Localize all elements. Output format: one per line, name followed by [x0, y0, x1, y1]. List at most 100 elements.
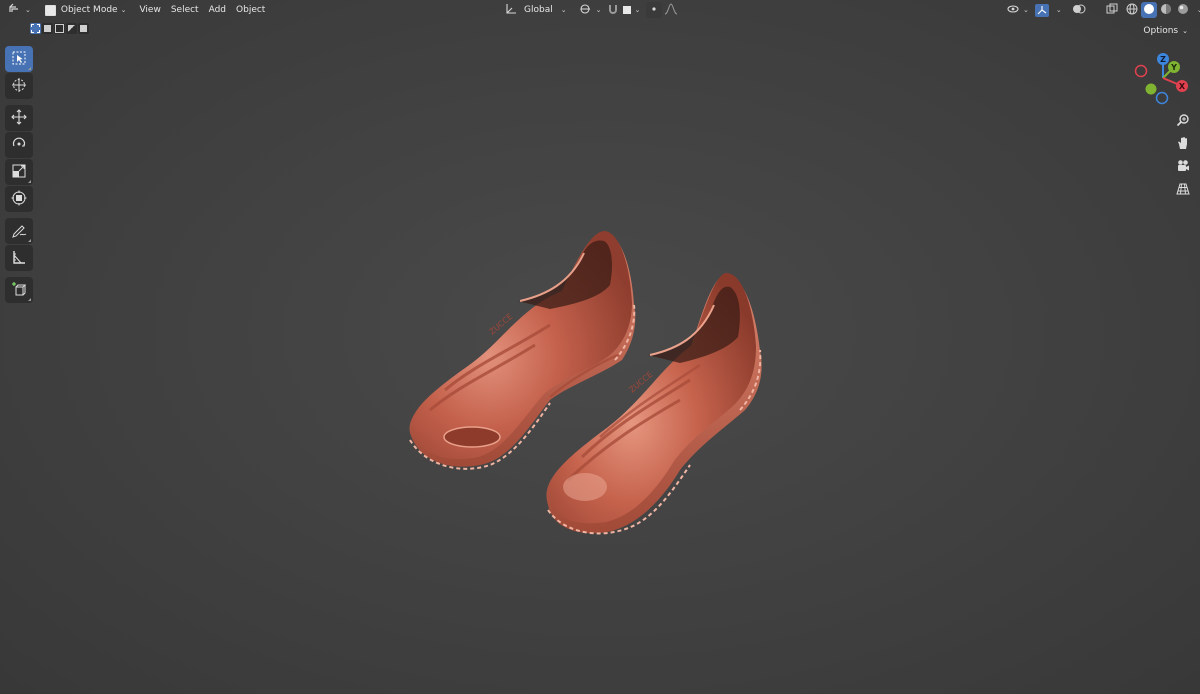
- select-intersect-icon: [79, 24, 88, 33]
- select-extend-button[interactable]: [42, 23, 53, 34]
- shading-solid-button[interactable]: [1140, 2, 1157, 18]
- axis-x-handle[interactable]: X: [1176, 80, 1188, 92]
- axis-y-label: Y: [1171, 62, 1177, 72]
- tool-variant-indicator: [28, 298, 31, 301]
- move-arrows-icon: [11, 108, 27, 128]
- 3d-cursor-icon: [11, 77, 27, 96]
- overlays-toggle[interactable]: [1070, 2, 1088, 18]
- chevron-down-icon: ⌄: [25, 6, 31, 14]
- axis-z-label: Z: [1160, 54, 1166, 64]
- tool-variant-indicator: [28, 67, 31, 70]
- pan-button[interactable]: [1173, 134, 1193, 154]
- mode-label: Object Mode: [60, 5, 118, 15]
- wireframe-sphere-icon: [1126, 3, 1138, 18]
- select-subtract-icon: [55, 24, 64, 33]
- transform-tool[interactable]: [5, 186, 33, 212]
- axis-x-label: X: [1178, 81, 1186, 91]
- add-cube-tool[interactable]: [5, 277, 33, 303]
- camera-view-button[interactable]: [1173, 157, 1193, 177]
- solid-sphere-icon: [1143, 3, 1155, 18]
- eye-icon: [1006, 3, 1020, 18]
- menu-select[interactable]: Select: [166, 2, 204, 18]
- tool-variant-indicator: [28, 180, 31, 183]
- hand-icon: [1176, 136, 1190, 153]
- ruler-icon: [11, 249, 27, 268]
- gizmo-dropdown[interactable]: ⌄: [1051, 2, 1064, 18]
- axis-y-handle[interactable]: Y: [1168, 61, 1180, 73]
- annotate-tool[interactable]: [5, 218, 33, 244]
- scale-tool[interactable]: [5, 159, 33, 185]
- options-label: Options: [1143, 26, 1179, 36]
- pencil-icon: [11, 222, 27, 241]
- snap-target-dropdown[interactable]: ⌄: [621, 2, 642, 18]
- object-mode-icon: [44, 4, 56, 16]
- tool-variant-indicator: [28, 239, 31, 242]
- editor-type-button[interactable]: ⌄: [4, 2, 35, 18]
- orientation-dropdown[interactable]: Global ⌄: [500, 2, 571, 18]
- chevron-down-icon: ⌄: [595, 6, 602, 14]
- xray-icon: [1106, 3, 1118, 18]
- chevron-down-icon: ⌄: [1023, 6, 1029, 14]
- chevron-down-icon: ⌄: [120, 6, 127, 14]
- snap-increment-icon: [623, 6, 632, 14]
- chevron-down-icon: ⌄: [560, 6, 567, 14]
- viewport-header: ⌄ Object Mode ⌄ View Select Add Object G…: [0, 0, 1200, 20]
- select-box-tool[interactable]: [5, 46, 33, 72]
- menu-view[interactable]: View: [134, 2, 165, 18]
- falloff-curve-icon: [664, 2, 678, 18]
- overlays-icon: [1072, 3, 1086, 18]
- visibility-dropdown[interactable]: ⌄: [1002, 2, 1033, 18]
- select-subtract-button[interactable]: [54, 23, 65, 34]
- gizmo-icon: [1034, 3, 1049, 17]
- shading-rendered-button[interactable]: [1175, 2, 1191, 18]
- measure-tool[interactable]: [5, 245, 33, 271]
- magnet-icon: [607, 3, 619, 18]
- falloff-dropdown[interactable]: [662, 2, 680, 18]
- tool-shelf: [3, 46, 35, 304]
- select-new-icon: [31, 24, 40, 33]
- rotate-icon: [11, 136, 27, 155]
- shading-wireframe-button[interactable]: [1124, 2, 1140, 18]
- proportional-edit-toggle[interactable]: [646, 2, 663, 18]
- grid-perspective-icon: [1176, 182, 1190, 199]
- axes-icon: [504, 3, 518, 18]
- menu-add[interactable]: Add: [204, 2, 231, 18]
- chevron-down-icon: ⌄: [1055, 6, 1062, 14]
- select-intersect-button[interactable]: [78, 23, 89, 34]
- transform-icon: [11, 190, 27, 209]
- rendered-sphere-icon: [1177, 3, 1189, 18]
- gizmo-toggle[interactable]: [1033, 2, 1051, 18]
- pivot-dropdown[interactable]: ⌄: [575, 2, 606, 18]
- material-sphere-icon: [1160, 3, 1172, 18]
- select-invert-button[interactable]: [66, 23, 77, 34]
- select-extend-icon: [44, 25, 51, 32]
- camera-icon: [1176, 159, 1190, 176]
- zoom-button[interactable]: [1173, 111, 1193, 131]
- cursor-box-icon: [11, 50, 27, 69]
- menu-object[interactable]: Object: [231, 2, 270, 18]
- axis-z-handle[interactable]: Z: [1157, 53, 1169, 65]
- navigation-gizmo[interactable]: Z Y X: [1130, 48, 1194, 108]
- shoes-model[interactable]: ZUCCE ZUCCE: [400, 225, 780, 545]
- pivot-icon: [579, 3, 593, 18]
- add-cube-icon: [11, 281, 27, 300]
- rotate-tool[interactable]: [5, 132, 33, 158]
- cursor-tool[interactable]: [5, 73, 33, 99]
- chevron-down-icon: ⌄: [634, 6, 641, 14]
- proportional-edit-icon: [648, 3, 660, 18]
- snap-toggle[interactable]: [605, 2, 621, 18]
- shading-dropdown[interactable]: ⌄: [1192, 2, 1200, 18]
- options-dropdown[interactable]: Options ⌄: [1139, 23, 1192, 39]
- mode-dropdown[interactable]: Object Mode ⌄: [41, 2, 131, 18]
- select-set-new-button[interactable]: [30, 23, 41, 34]
- chevron-down-icon: ⌄: [1182, 27, 1188, 35]
- select-invert-icon: [68, 25, 75, 32]
- shading-material-button[interactable]: [1158, 2, 1174, 18]
- viewport-icon: [8, 3, 22, 18]
- xray-toggle[interactable]: [1104, 2, 1120, 18]
- scale-icon: [11, 163, 27, 182]
- move-tool[interactable]: [5, 105, 33, 131]
- zoom-magnifier-icon: [1176, 113, 1190, 130]
- perspective-toggle-button[interactable]: [1173, 180, 1193, 200]
- selection-mode-group: [30, 23, 89, 34]
